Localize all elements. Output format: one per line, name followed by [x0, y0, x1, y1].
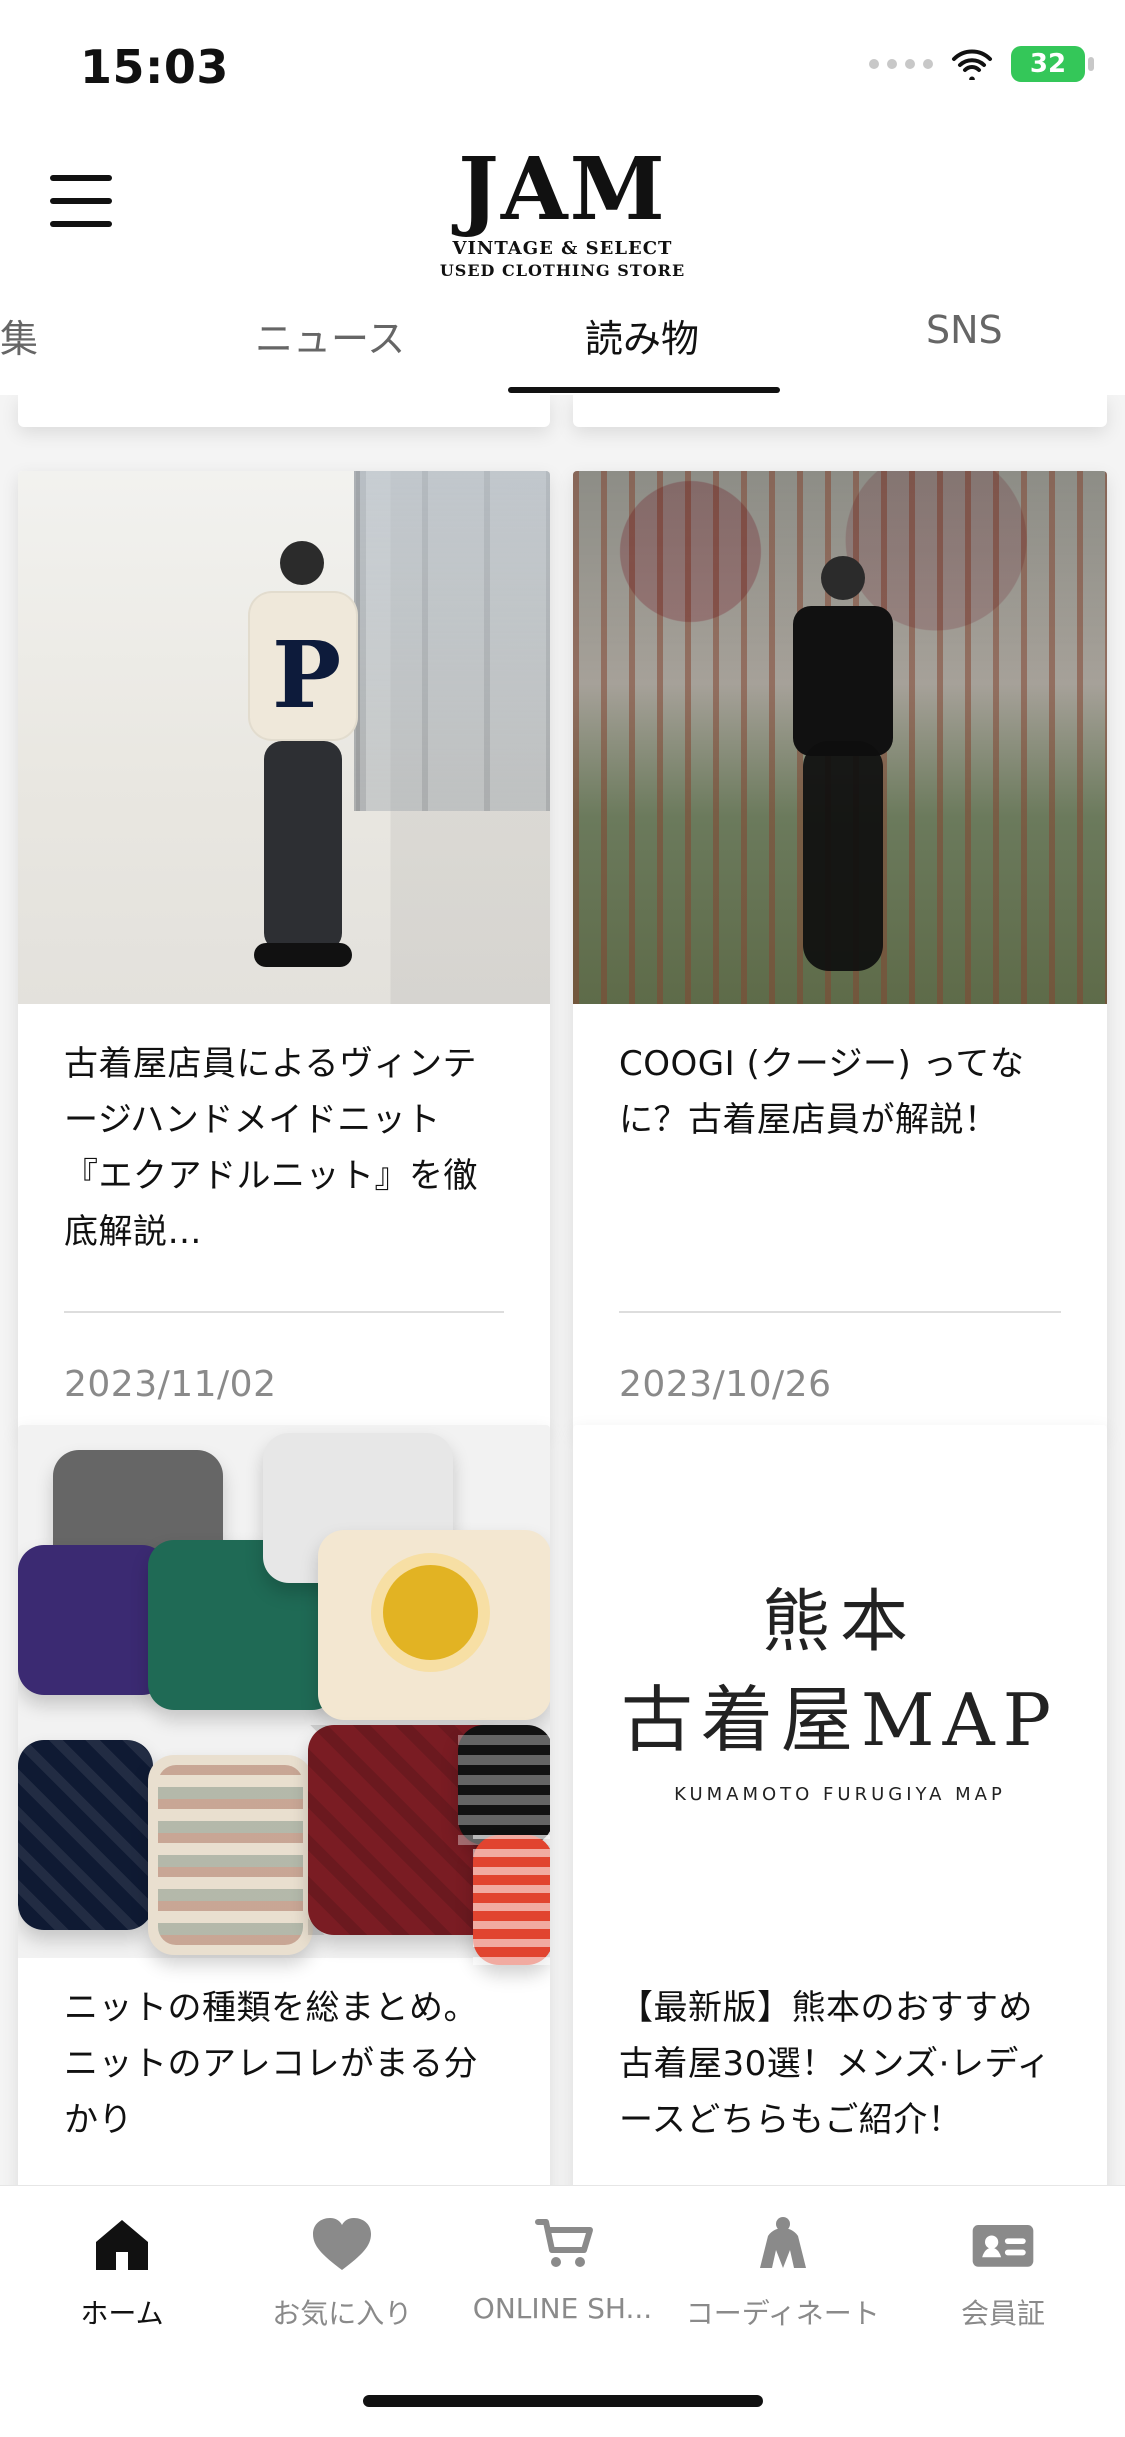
knit-item — [18, 1545, 168, 1695]
logo-tagline-1: VINTAGE & SELECT — [452, 238, 673, 259]
signal-dot — [905, 59, 915, 69]
nav-label: ホーム — [80, 2297, 164, 2330]
person-head — [280, 541, 324, 585]
status-time: 15:03 — [80, 40, 229, 94]
signal-dot — [887, 59, 897, 69]
status-right: 32 — [869, 46, 1094, 82]
home-icon — [86, 2208, 158, 2280]
app-header: JAM VINTAGE & SELECT USED CLOTHING STORE — [0, 135, 1125, 290]
article-image — [18, 1425, 550, 1965]
menu-line — [50, 175, 112, 181]
knit-item — [148, 1755, 313, 1955]
article-card[interactable]: 熊本 古着屋MAP KUMAMOTO FURUGIYA MAP 【最新版】熊本の… — [573, 1425, 1107, 2185]
article-card[interactable]: P 古着屋店員によるヴィンテージハンドメイドニット『エクアドルニット』を徹底解説… — [18, 471, 550, 1431]
person-skirt — [803, 741, 883, 971]
logo-tagline-2: USED CLOTHING STORE — [439, 261, 686, 280]
article-card[interactable]: COOGI (クージー) ってなに？古着屋店員が解説！ 2023/10/26 — [573, 471, 1107, 1431]
article-image-person: P — [228, 541, 368, 971]
map-subtitle: KUMAMOTO FURUGIYA MAP — [674, 1784, 1006, 1805]
nav-label: お気に入り — [272, 2297, 413, 2330]
logo-main: JAM — [458, 139, 667, 240]
nav-home[interactable]: ホーム — [22, 2186, 222, 2378]
knit-item — [458, 1725, 550, 1845]
article-image-person — [783, 556, 903, 986]
status-bar: 15:03 32 — [0, 0, 1125, 135]
map-title-line-2: 古着屋MAP — [620, 1678, 1060, 1762]
article-image — [573, 471, 1107, 1004]
person-jacket — [793, 606, 893, 756]
nav-membership[interactable]: 会員証 — [903, 2186, 1103, 2378]
knit-item — [18, 1740, 153, 1930]
battery-indicator: 32 — [1011, 46, 1094, 82]
person-pants — [264, 741, 342, 951]
cellular-signal-icon — [869, 59, 933, 69]
nav-label: 会員証 — [960, 2297, 1045, 2330]
tab-news[interactable]: ニュース — [255, 308, 405, 363]
heart-icon — [306, 2208, 378, 2280]
bottom-nav-items: ホーム お気に入り ONLINE SH... コーディネート 会員証 — [0, 2186, 1125, 2356]
map-image-text: 熊本 古着屋MAP KUMAMOTO FURUGIYA MAP — [573, 1580, 1107, 1805]
knit-item — [318, 1530, 550, 1720]
article-card[interactable]: ニットの種類を総まとめ。ニットのアレコレがまる分かり — [18, 1425, 550, 2185]
bottom-navigation: ホーム お気に入り ONLINE SH... コーディネート 会員証 — [0, 2185, 1125, 2437]
tab-sns[interactable]: SNS — [926, 308, 1003, 352]
article-title: ニットの種類を総まとめ。ニットのアレコレがまる分かり — [64, 1988, 478, 2140]
article-image-window — [354, 471, 550, 811]
article-date: 2023/10/26 — [619, 1364, 832, 1405]
nav-coordinate[interactable]: コーディネート — [683, 2186, 883, 2378]
nav-favorites[interactable]: お気に入り — [242, 2186, 442, 2378]
active-tab-underline — [508, 387, 780, 393]
tab-partial[interactable]: 集 — [0, 308, 38, 363]
home-indicator[interactable] — [362, 2395, 763, 2407]
nav-online-shop[interactable]: ONLINE SH... — [463, 2186, 663, 2378]
signal-dot — [923, 59, 933, 69]
signal-dot — [869, 59, 879, 69]
article-date: 2023/11/02 — [64, 1364, 277, 1405]
previous-card-strip — [573, 395, 1107, 427]
battery-level: 32 — [1029, 49, 1067, 79]
menu-line — [50, 198, 112, 204]
nav-label: ONLINE SH... — [472, 2292, 653, 2325]
app: 15:03 32 JAM VINTAGE & SELECT USED CLOTH… — [0, 0, 1125, 2437]
member-card-icon — [967, 2208, 1039, 2280]
menu-button[interactable] — [50, 175, 112, 227]
article-image: P — [18, 471, 550, 1004]
sweater-letter-graphic: P — [272, 621, 342, 729]
person-shoes — [254, 943, 352, 967]
wifi-icon — [952, 49, 992, 80]
brand-logo[interactable]: JAM VINTAGE & SELECT USED CLOTHING STORE — [440, 147, 685, 281]
nav-label: コーディネート — [685, 2297, 880, 2330]
person-head — [821, 556, 865, 600]
article-title: 【最新版】熊本のおすすめ古着屋30選！メンズ·レディースどちらもご紹介！ — [619, 1988, 1052, 2140]
cart-icon — [527, 2208, 599, 2280]
card-divider — [619, 1311, 1061, 1313]
previous-card-strip — [18, 395, 550, 427]
tab-reading[interactable]: 読み物 — [585, 308, 699, 363]
article-title: COOGI (クージー) ってなに？古着屋店員が解説！ — [619, 1044, 1025, 1140]
person-outfit-icon — [747, 2208, 819, 2280]
card-divider — [64, 1311, 504, 1313]
menu-line — [50, 221, 112, 227]
knit-item — [473, 1835, 550, 1965]
category-tabs: 集 ニュース 読み物 SNS — [0, 290, 1125, 396]
map-title-line-1: 熊本 — [761, 1583, 918, 1662]
content-area: P 古着屋店員によるヴィンテージハンドメイドニット『エクアドルニット』を徹底解説… — [0, 395, 1125, 2185]
article-title: 古着屋店員によるヴィンテージハンドメイドニット『エクアドルニット』を徹底解説… — [64, 1044, 478, 1252]
